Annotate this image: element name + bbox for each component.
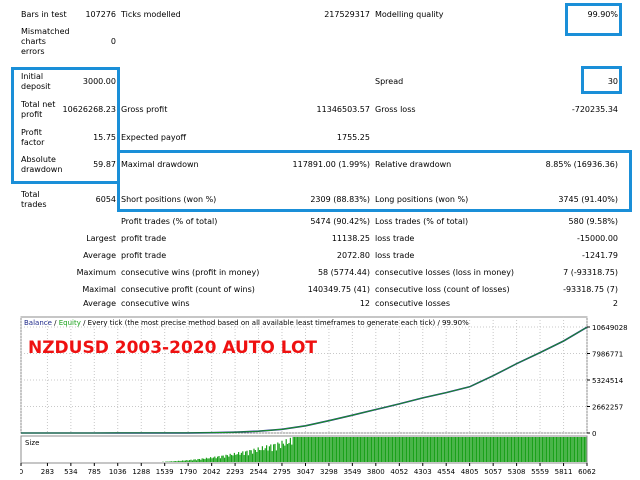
chart-title: NZDUSD 2003-2020 AUTO LOT xyxy=(28,338,317,358)
legend-sep: / xyxy=(52,319,59,327)
balance-chart: 10649028 7986771 5324514 2662257 0 0 283 534 78… xyxy=(19,316,636,480)
drawdown-positions-highlight-box xyxy=(117,150,632,212)
y-tick-label: 2662257 xyxy=(592,404,623,412)
balance-chart-svg: 10649028 7986771 5324514 2662257 0 0 283 534 78… xyxy=(19,316,628,476)
largest-loss-label: loss trade xyxy=(375,234,415,243)
x-tick-label: 2042 xyxy=(203,468,221,476)
legend-balance: Balance xyxy=(24,319,52,327)
x-tick-label: 2293 xyxy=(226,468,244,476)
legend-equity: Equity xyxy=(59,319,81,327)
x-tick-label: 5308 xyxy=(508,468,526,476)
average-consecutive-prefix: Average xyxy=(83,299,116,308)
maximal-losses-label: consecutive loss (count of losses) xyxy=(375,285,510,294)
mismatched-label-2: charts xyxy=(21,37,46,46)
average-consecutive-losses-value: 2 xyxy=(612,299,618,308)
average-profit-value: 2072.80 xyxy=(336,251,370,260)
average-profit-label: profit trade xyxy=(121,251,167,260)
maximum-losses-value: 7 (-93318.75) xyxy=(563,268,618,277)
average-loss-label: loss trade xyxy=(375,251,415,260)
gross-loss-value: -720235.34 xyxy=(571,105,618,114)
chart-legend: Balance / Equity / Every tick (the most … xyxy=(24,319,469,327)
largest-loss-value: -15000.00 xyxy=(576,234,618,243)
mismatched-label-1: Mismatched xyxy=(21,27,70,36)
x-tick-label: 3549 xyxy=(343,468,361,476)
y-axis-ticks: 10649028 7986771 5324514 2662257 0 xyxy=(587,324,628,438)
spread-label: Spread xyxy=(375,77,404,86)
x-tick-label: 1288 xyxy=(132,468,150,476)
x-tick-label: 534 xyxy=(64,468,78,476)
profit-trades-value: 5474 (90.42%) xyxy=(310,217,370,226)
average-consecutive-wins-value: 12 xyxy=(359,299,370,308)
maximal-wins-label: consecutive profit (count of wins) xyxy=(121,285,255,294)
gross-profit-value: 11346503.57 xyxy=(316,105,370,114)
expected-payoff-value: 1755.25 xyxy=(336,133,370,142)
total-trades-label-1: Total xyxy=(21,190,40,199)
x-tick-label: 2544 xyxy=(250,468,268,476)
left-highlight-box xyxy=(11,67,120,184)
maximum-prefix: Maximum xyxy=(76,268,116,277)
bars-in-test-value: 107276 xyxy=(85,10,116,19)
maximum-wins-label: consecutive wins (profit in money) xyxy=(121,268,260,277)
loss-trades-value: 580 (9.58%) xyxy=(568,217,618,226)
x-axis-ticks: 0 283 534 785 1036 1288 1539 1790 2042 2293 2544 27… xyxy=(19,463,596,476)
gross-profit-label: Gross profit xyxy=(121,105,168,114)
x-tick-label: 3800 xyxy=(367,468,385,476)
mismatched-label-3: errors xyxy=(21,47,45,56)
x-tick-label: 3047 xyxy=(297,468,315,476)
loss-trades-label: Loss trades (% of total) xyxy=(375,217,469,226)
x-tick-label: 6062 xyxy=(578,468,596,476)
average-consecutive-losses-label: consecutive losses xyxy=(375,299,451,308)
total-trades-value: 6054 xyxy=(95,195,116,204)
y-tick-label: 10649028 xyxy=(592,324,628,332)
x-tick-label: 4554 xyxy=(437,468,455,476)
total-trades-label-2: trades xyxy=(21,200,47,209)
maximal-wins-value: 140349.75 (41) xyxy=(307,285,370,294)
mismatched-value: 0 xyxy=(110,37,116,46)
maximal-losses-value: -93318.75 (7) xyxy=(563,285,618,294)
maximal-prefix: Maximal xyxy=(82,285,116,294)
largest-profit-value: 11138.25 xyxy=(331,234,370,243)
average-prefix: Average xyxy=(83,251,116,260)
x-tick-label: 0 xyxy=(20,468,23,476)
x-tick-label: 5559 xyxy=(531,468,549,476)
x-tick-label: 5057 xyxy=(484,468,502,476)
x-tick-label: 4052 xyxy=(390,468,408,476)
x-tick-label: 283 xyxy=(41,468,54,476)
x-tick-label: 4805 xyxy=(461,468,479,476)
main-plot-frame xyxy=(20,316,588,434)
x-tick-label: 5811 xyxy=(555,468,573,476)
y-tick-label: 5324514 xyxy=(592,377,624,385)
x-tick-label: 2795 xyxy=(273,468,291,476)
y-tick-label: 7986771 xyxy=(592,351,623,359)
x-tick-label: 1790 xyxy=(179,468,197,476)
size-panel-label: Size xyxy=(25,439,39,447)
x-tick-label: 1539 xyxy=(156,468,174,476)
x-tick-label: 785 xyxy=(88,468,101,476)
x-tick-label: 4303 xyxy=(414,468,432,476)
x-tick-label: 1036 xyxy=(109,468,127,476)
largest-prefix: Largest xyxy=(86,234,116,243)
largest-profit-label: profit trade xyxy=(121,234,167,243)
modelling-quality-label: Modelling quality xyxy=(375,10,444,19)
average-consecutive-wins-label: consecutive wins xyxy=(121,299,190,308)
legend-rest: / Every tick (the most precise method ba… xyxy=(81,319,469,327)
average-loss-value: -1241.79 xyxy=(582,251,618,260)
spread-highlight-box xyxy=(581,66,622,94)
profit-trades-label: Profit trades (% of total) xyxy=(121,217,218,226)
maximum-wins-value: 58 (5774.44) xyxy=(317,268,370,277)
modelling-quality-highlight-box xyxy=(565,3,622,36)
maximum-losses-label: consecutive losses (loss in money) xyxy=(375,268,515,277)
gross-loss-label: Gross loss xyxy=(375,105,416,114)
x-tick-label: 3298 xyxy=(320,468,338,476)
y-tick-label: 0 xyxy=(592,430,596,438)
ticks-modelled-label: Ticks modelled xyxy=(121,10,181,19)
expected-payoff-label: Expected payoff xyxy=(121,133,186,142)
ticks-modelled-value: 217529317 xyxy=(324,10,370,19)
